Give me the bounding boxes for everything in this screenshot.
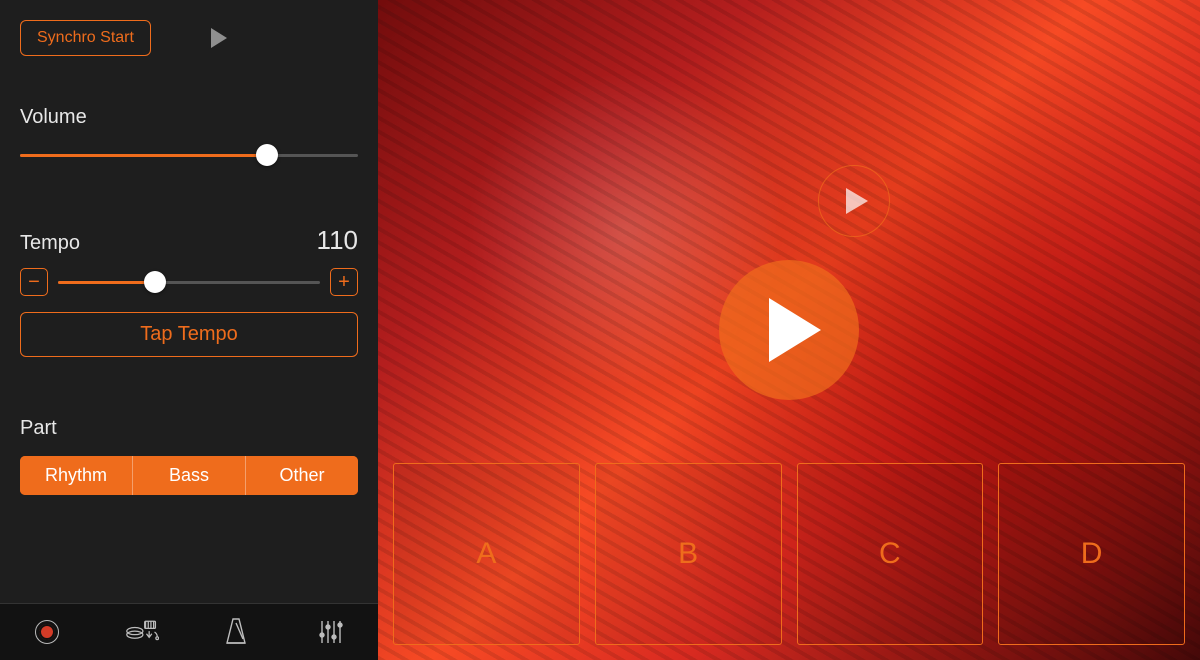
play-icon	[846, 188, 868, 214]
tempo-label: Tempo	[20, 232, 80, 255]
pads-row: A B C D	[393, 463, 1185, 645]
tempo-fill	[58, 281, 155, 284]
center-play-button[interactable]	[719, 260, 859, 400]
play-icon	[769, 298, 821, 362]
pad-b[interactable]: B	[595, 463, 782, 645]
volume-fill	[20, 154, 267, 157]
sidebar-top-row: Synchro Start	[20, 20, 358, 56]
volume-track	[20, 154, 358, 157]
record-icon	[35, 620, 59, 644]
tap-tempo-button[interactable]: Tap Tempo	[20, 312, 358, 357]
sample-export-icon	[125, 617, 159, 647]
volume-label: Volume	[20, 106, 358, 129]
part-option-rhythm[interactable]: Rhythm	[20, 456, 132, 495]
pad-a[interactable]: A	[393, 463, 580, 645]
tempo-value: 110	[317, 225, 358, 256]
play-icon[interactable]	[211, 28, 227, 48]
sidebar: Synchro Start Volume Tempo 110	[0, 0, 378, 660]
main-area: A B C D	[378, 0, 1200, 660]
sidebar-content: Synchro Start Volume Tempo 110	[0, 0, 378, 603]
record-button[interactable]	[30, 615, 64, 649]
pad-d[interactable]: D	[998, 463, 1185, 645]
tempo-section: Tempo 110 − + Tap Tempo	[20, 225, 358, 357]
part-option-other[interactable]: Other	[245, 456, 358, 495]
tempo-thumb[interactable]	[144, 271, 166, 293]
part-section: Part Rhythm Bass Other	[20, 417, 358, 495]
mixer-icon	[316, 617, 346, 647]
volume-section: Volume	[20, 106, 358, 165]
part-label: Part	[20, 417, 358, 440]
tempo-increase-button[interactable]: +	[330, 268, 358, 296]
volume-slider[interactable]	[20, 145, 358, 165]
tempo-track	[58, 281, 320, 284]
metronome-icon	[223, 617, 249, 647]
part-option-bass[interactable]: Bass	[132, 456, 245, 495]
mixer-button[interactable]	[314, 615, 348, 649]
bottom-toolbar	[0, 603, 378, 660]
sample-export-button[interactable]	[125, 615, 159, 649]
tempo-slider[interactable]: − +	[20, 272, 358, 292]
mini-play-button[interactable]	[818, 165, 890, 237]
volume-thumb[interactable]	[256, 144, 278, 166]
synchro-start-button[interactable]: Synchro Start	[20, 20, 151, 56]
tempo-header: Tempo 110	[20, 225, 358, 256]
pad-c[interactable]: C	[797, 463, 984, 645]
tempo-decrease-button[interactable]: −	[20, 268, 48, 296]
metronome-button[interactable]	[219, 615, 253, 649]
part-segmented: Rhythm Bass Other	[20, 456, 358, 495]
app-root: Synchro Start Volume Tempo 110	[0, 0, 1200, 660]
